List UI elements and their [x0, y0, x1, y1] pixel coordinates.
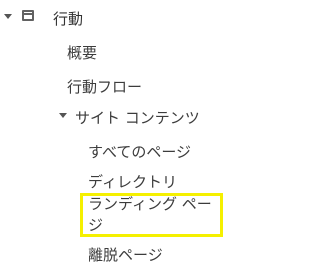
- nav-item-directory[interactable]: ディレクトリ: [88, 171, 177, 192]
- nav-item-exit-pages[interactable]: 離脱ページ: [88, 244, 163, 265]
- caret-down-icon[interactable]: [4, 14, 12, 19]
- nav-item-behavior-flow[interactable]: 行動フロー: [67, 76, 142, 97]
- section-label-behavior[interactable]: 行動: [53, 8, 83, 29]
- behavior-report-icon: [22, 10, 34, 21]
- section-label-site-content[interactable]: サイト コンテンツ: [75, 107, 200, 128]
- caret-down-icon[interactable]: [59, 113, 67, 118]
- nav-item-landing-pages[interactable]: ランディング ページ: [88, 194, 218, 236]
- nav-item-all-pages[interactable]: すべてのページ: [88, 141, 191, 162]
- nav-item-overview[interactable]: 概要: [67, 42, 97, 63]
